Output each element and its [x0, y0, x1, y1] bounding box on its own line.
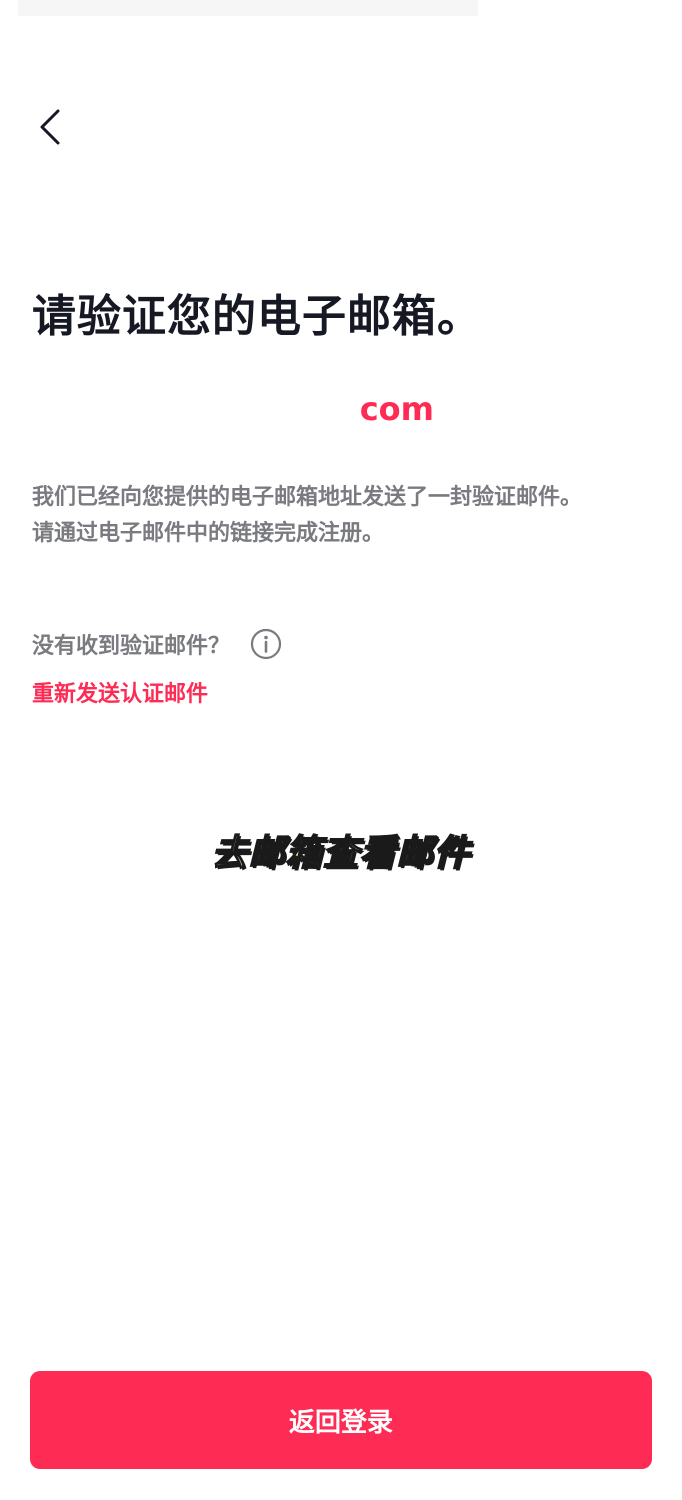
no-email-row: 没有收到验证邮件？	[32, 628, 282, 660]
back-to-login-button[interactable]: 返回登录	[30, 1371, 652, 1469]
status-bar	[18, 0, 478, 16]
info-icon[interactable]	[250, 628, 282, 660]
verification-description: 我们已经向您提供的电子邮箱地址发送了一封验证邮件。 请通过电子邮件中的链接完成注…	[32, 480, 652, 552]
email-verification-screen: 请验证您的电子邮箱。 com 我们已经向您提供的电子邮箱地址发送了一封验证邮件。…	[0, 0, 682, 1500]
description-line: 请通过电子邮件中的链接完成注册。	[32, 521, 385, 546]
page-title: 请验证您的电子邮箱。	[32, 291, 482, 342]
back-button[interactable]	[28, 104, 72, 154]
description-line: 我们已经向您提供的电子邮箱地址发送了一封验证邮件。	[32, 485, 583, 510]
no-email-question: 没有收到验证邮件？	[32, 634, 231, 659]
email-address: com	[359, 390, 434, 428]
resend-verification-link[interactable]: 重新发送认证邮件	[32, 676, 208, 708]
overlay-caption: 去邮箱查看邮件	[211, 832, 471, 875]
chevron-left-icon	[38, 107, 62, 151]
